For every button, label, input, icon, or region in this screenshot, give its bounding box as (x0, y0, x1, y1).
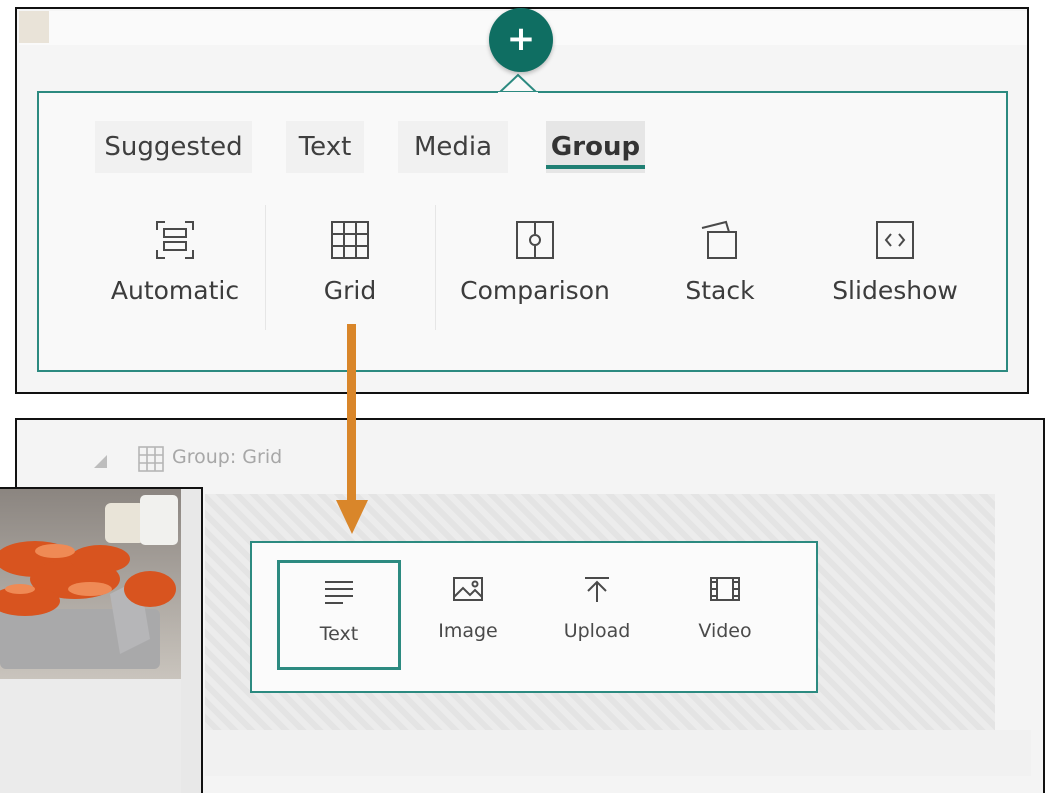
stack-layout-icon (701, 220, 737, 259)
add-content-button[interactable]: + (489, 8, 553, 72)
content-option-label: Video (698, 620, 752, 642)
tab-text[interactable]: Text (286, 121, 364, 173)
content-option-text[interactable]: Text (277, 560, 401, 670)
annotation-arrow (336, 324, 368, 534)
content-option-label: Image (438, 620, 498, 642)
collapse-triangle-icon[interactable] (92, 453, 108, 469)
layout-separator (265, 205, 266, 330)
layout-separator (435, 205, 436, 330)
layout-label: Grid (323, 276, 377, 305)
panel-notch (498, 73, 538, 96)
layout-label: Automatic (110, 276, 240, 305)
layout-automatic[interactable]: Automatic (100, 218, 250, 328)
text-lines-icon (325, 581, 353, 604)
layout-label: Comparison (460, 276, 610, 305)
layout-label: Slideshow (832, 276, 958, 305)
layout-slideshow[interactable]: Slideshow (820, 218, 970, 328)
upload-icon (585, 577, 609, 602)
content-option-label: Text (319, 623, 359, 645)
tab-suggested[interactable]: Suggested (95, 121, 252, 173)
video-film-icon (710, 577, 740, 601)
layout-grid[interactable]: Grid (290, 218, 410, 328)
corner-swatch (19, 11, 49, 43)
image-icon (453, 577, 483, 601)
grid-icon (138, 446, 164, 472)
canvas-bottom-strip (205, 730, 1031, 776)
content-option-label: Upload (563, 620, 631, 642)
layout-stack[interactable]: Stack (660, 218, 780, 328)
lobster-photo (0, 489, 181, 793)
group-header-label: Group: Grid (172, 446, 283, 468)
layout-label: Stack (685, 276, 755, 305)
content-option-video[interactable]: Video (663, 560, 787, 670)
automatic-layout-icon (156, 221, 194, 259)
active-tab-underline (546, 165, 645, 169)
photo-card (0, 487, 203, 793)
content-option-image[interactable]: Image (406, 560, 530, 670)
slideshow-layout-icon (876, 221, 914, 259)
comparison-layout-icon (516, 221, 554, 259)
layout-comparison[interactable]: Comparison (455, 218, 615, 328)
grid-layout-icon (331, 221, 369, 259)
tab-media[interactable]: Media (398, 121, 508, 173)
content-option-upload[interactable]: Upload (535, 560, 659, 670)
